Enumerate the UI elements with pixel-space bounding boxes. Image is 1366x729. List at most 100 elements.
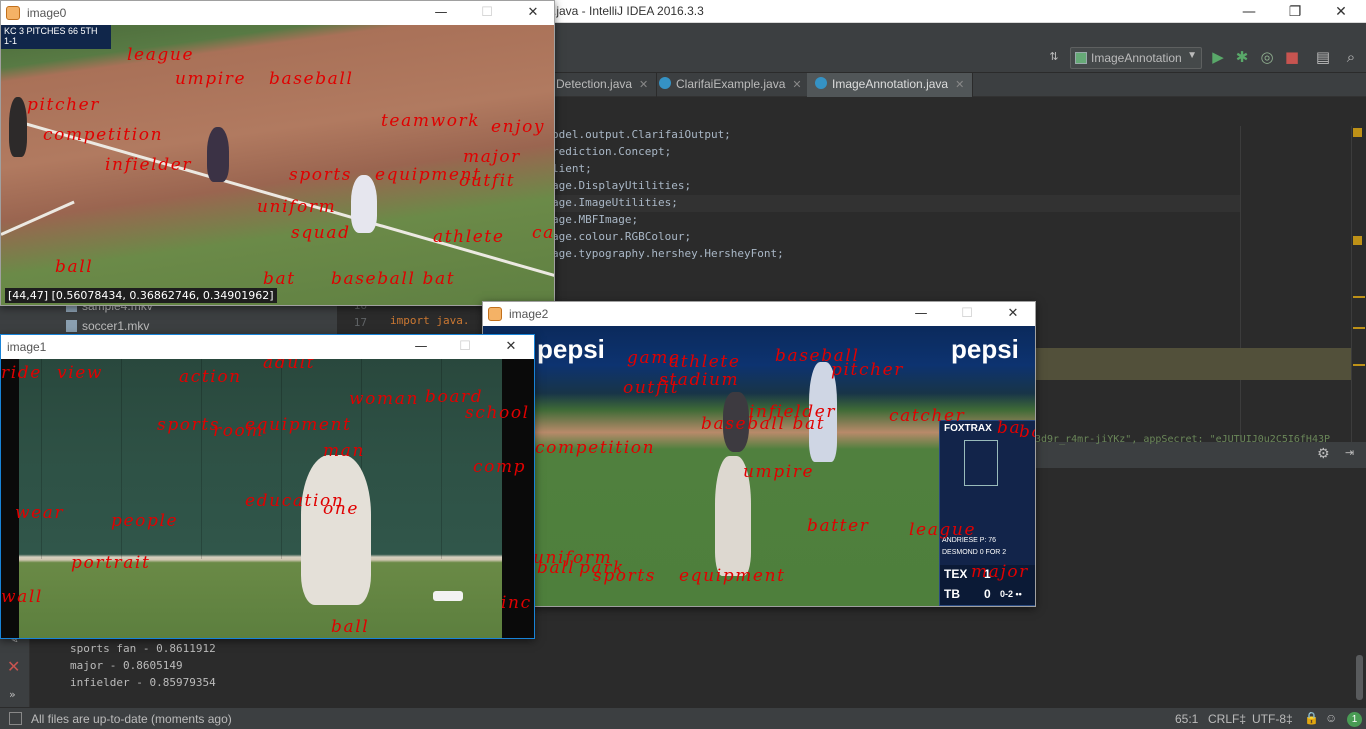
tab-clarifai-example[interactable]: ClarifaiExample.java ✕ — [651, 73, 811, 97]
annotation-label: batter — [807, 516, 870, 536]
annotation-label: pitcher — [27, 95, 101, 115]
wall-seam — [41, 359, 42, 559]
project-structure-icon[interactable]: ▤ — [1314, 48, 1332, 66]
lock-icon[interactable]: 🔒 — [1304, 711, 1319, 725]
run-icon[interactable]: ▶ — [1209, 48, 1227, 66]
caret-position[interactable]: 65:1 — [1175, 712, 1198, 726]
tab-label: ImageAnnotation.java — [832, 77, 949, 91]
window-title: image0 — [27, 6, 67, 20]
close-button[interactable]: ✕ — [519, 3, 547, 23]
tool-windows-icon[interactable] — [9, 712, 22, 725]
annotation-label: equipment — [679, 566, 786, 586]
gear-icon[interactable]: ⚙ — [1317, 446, 1330, 462]
strike-zone — [964, 440, 998, 486]
sort-icon[interactable]: ⇅ — [1045, 48, 1063, 66]
close-button[interactable]: ✕ — [999, 304, 1027, 324]
stripe-mark[interactable] — [1353, 296, 1365, 298]
close-icon[interactable]: ✕ — [792, 79, 801, 91]
run-config-dropdown[interactable]: ImageAnnotation ▼ — [1070, 47, 1202, 69]
tab-image-annotation[interactable]: ImageAnnotation.java ✕ — [807, 73, 974, 97]
annotation-label: umpire — [743, 462, 815, 482]
stripe-warning-mark[interactable] — [1353, 236, 1362, 245]
batter-row: DESMOND 0 FOR 2 — [942, 549, 1007, 556]
minimize-button[interactable]: — — [907, 304, 935, 324]
annotation-label: squad — [291, 223, 351, 243]
count: 0-2 •• — [1000, 589, 1022, 599]
code-line: rediction.Concept; — [552, 145, 672, 158]
close-icon[interactable]: ✕ — [639, 79, 648, 91]
code-line: age.DisplayUtilities; — [552, 179, 692, 192]
annotation-label: outfit — [623, 378, 680, 398]
annotation-label: woman — [349, 389, 419, 409]
annotation-label: pitcher — [831, 360, 905, 380]
java-icon — [6, 6, 20, 20]
image0-window[interactable]: image0 — ☐ ✕ KC 3 PITCHES 66 5TH 1-1 lea… — [0, 0, 555, 306]
image1-window[interactable]: image1 — ☐ ✕ ride view action adult woma… — [0, 334, 535, 639]
inspector-icon[interactable]: ☺ — [1325, 711, 1337, 725]
ide-window-title: .java - IntelliJ IDEA 2016.3.3 — [553, 4, 704, 18]
image2-window[interactable]: image2 — ☐ ✕ pepsi pepsi FOXTRAX ANDRIES… — [482, 301, 1036, 607]
annotation-label: wear — [15, 503, 65, 523]
code-lines[interactable]: odel.output.ClarifaiOutput; rediction.Co… — [552, 126, 784, 262]
annotation-label: school — [465, 403, 530, 423]
event-log-badge[interactable]: 1 — [1347, 712, 1362, 727]
minimize-button[interactable]: — — [427, 3, 455, 23]
annotation-label: sports — [157, 415, 221, 435]
ide-close-button[interactable]: ✕ — [1318, 0, 1364, 23]
stripe-warning-mark[interactable] — [1353, 128, 1362, 137]
coverage-icon[interactable]: ◎ — [1258, 48, 1276, 66]
annotation-label: baseball — [269, 69, 354, 89]
console-output[interactable]: sports fan - 0.8611912 major - 0.8605149… — [70, 640, 216, 691]
right-margin-guide — [1240, 126, 1241, 442]
annotation-label: baseball bat — [701, 414, 826, 434]
annotation-label: catcher — [889, 406, 966, 426]
annotation-label: action — [179, 367, 242, 387]
image2-titlebar[interactable]: image2 — ☐ ✕ — [483, 302, 1035, 326]
java-icon — [488, 307, 502, 321]
more-icon[interactable]: » — [9, 688, 16, 701]
code-line: lient; — [552, 162, 592, 175]
encoding-selector[interactable]: UTF-8‡ — [1252, 712, 1293, 726]
pepsi-logo: pepsi — [537, 334, 605, 364]
annotation-label: sports — [289, 165, 353, 185]
line-separator-selector[interactable]: CRLF‡ — [1208, 712, 1246, 726]
code-line: age.MBFImage; — [552, 213, 639, 226]
tab-detection[interactable]: Detection.java ✕ — [548, 73, 658, 97]
search-icon[interactable]: ⌕ — [1342, 48, 1360, 66]
stop-icon[interactable]: ■ — [1283, 48, 1301, 66]
window-title: image1 — [7, 340, 47, 354]
score2: 0 — [984, 587, 991, 601]
base-line — [1, 200, 75, 236]
annotation-label: bat — [263, 269, 296, 289]
wall-seam — [281, 359, 282, 559]
close-button[interactable]: ✕ — [497, 337, 525, 357]
close-icon[interactable]: ✕ — [7, 657, 20, 676]
annotation-label: major — [971, 562, 1029, 582]
ide-minimize-button[interactable]: — — [1226, 0, 1272, 23]
pixel-readout: [44,47] [0.56078434, 0.36862746, 0.34901… — [5, 288, 277, 303]
code-line: age.ImageUtilities; — [552, 196, 678, 209]
close-icon[interactable]: ✕ — [955, 79, 964, 91]
debug-icon[interactable]: ✱ — [1233, 48, 1251, 66]
console-scrollbar[interactable] — [1356, 655, 1363, 700]
image1-titlebar[interactable]: image1 — ☐ ✕ — [1, 335, 534, 359]
pepsi-logo: pepsi — [951, 334, 1019, 364]
image0-titlebar[interactable]: image0 — ☐ ✕ — [1, 1, 554, 25]
annotation-label: major — [463, 147, 521, 167]
console-line: sports fan - 0.8611912 — [70, 642, 216, 655]
tab-label: Detection.java — [556, 77, 633, 91]
stripe-mark[interactable] — [1353, 327, 1365, 329]
ide-restore-button[interactable]: ❐ — [1272, 0, 1318, 23]
annotation-label: comp — [473, 457, 527, 477]
annotation-label: enjoy — [491, 117, 546, 137]
error-stripe[interactable] — [1351, 126, 1366, 442]
hide-panel-icon[interactable]: ⇥ — [1345, 446, 1354, 459]
project-file-soccer1[interactable]: soccer1.mkv — [66, 319, 149, 333]
annotation-label: ca — [532, 223, 554, 243]
annotation-label: competition — [535, 438, 656, 458]
minimize-button[interactable]: — — [407, 337, 435, 357]
annotation-label: umpire — [175, 69, 247, 89]
stripe-mark[interactable] — [1353, 364, 1365, 366]
base-bag — [433, 591, 463, 601]
file-icon — [66, 320, 77, 332]
